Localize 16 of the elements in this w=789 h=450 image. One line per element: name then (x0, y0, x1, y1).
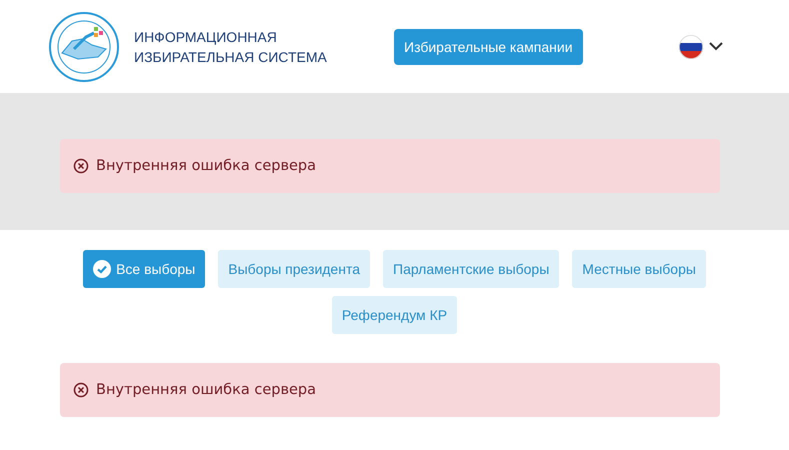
emblem-logo (48, 10, 120, 82)
error-icon (73, 158, 89, 174)
campaigns-button[interactable]: Избирательные кампании (394, 28, 583, 64)
error-message: Внутренняя ошибка сервера (96, 158, 316, 174)
filter-tab[interactable]: Местные выборы (572, 250, 706, 288)
chevron-icon (709, 42, 723, 51)
flag-icon (679, 34, 703, 58)
error-icon (73, 382, 89, 398)
error-message: Внутренняя ошибка сервера (96, 382, 316, 398)
filter-tab[interactable]: Выборы президента (218, 250, 370, 288)
language-selector[interactable] (679, 34, 723, 58)
filter-tab[interactable]: Парламентские выборы (383, 250, 560, 288)
filter-tab[interactable]: Референдум КР (332, 296, 458, 334)
filter-tab[interactable]: Все выборы (83, 250, 206, 288)
system-title: ИНФОРМАЦИОННАЯ ИЗБИРАТЕЛЬНАЯ СИСТЕМА (134, 28, 328, 66)
check-circle-icon (93, 260, 112, 278)
